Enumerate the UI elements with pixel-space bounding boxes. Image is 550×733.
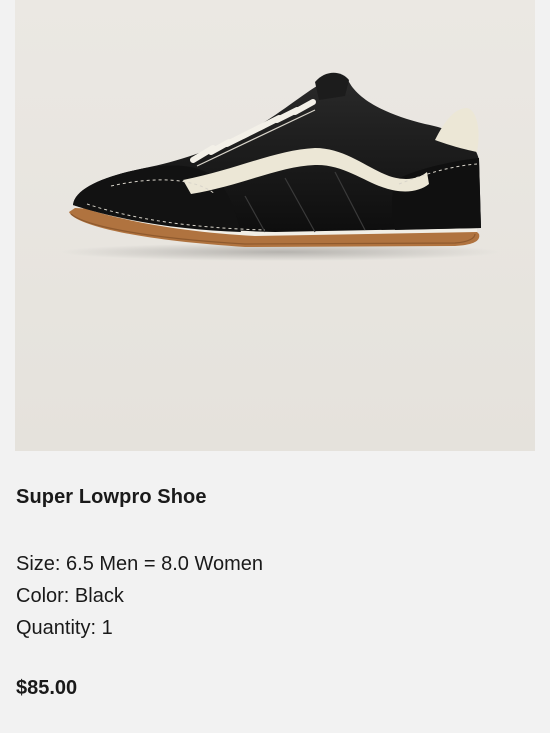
- product-card: Super Lowpro Shoe Size: 6.5 Men = 8.0 Wo…: [0, 0, 550, 733]
- color-label: Color: Black: [16, 585, 124, 607]
- product-attributes: Size: 6.5 Men = 8.0 Women Color: Black Q…: [16, 548, 263, 644]
- product-image[interactable]: [15, 0, 535, 451]
- product-title: Super Lowpro Shoe: [16, 486, 207, 508]
- size-label: Size: 6.5 Men = 8.0 Women: [16, 553, 263, 575]
- sneaker-illustration: [15, 0, 535, 451]
- quantity-label: Quantity: 1: [16, 617, 113, 639]
- product-price: $85.00: [16, 677, 78, 699]
